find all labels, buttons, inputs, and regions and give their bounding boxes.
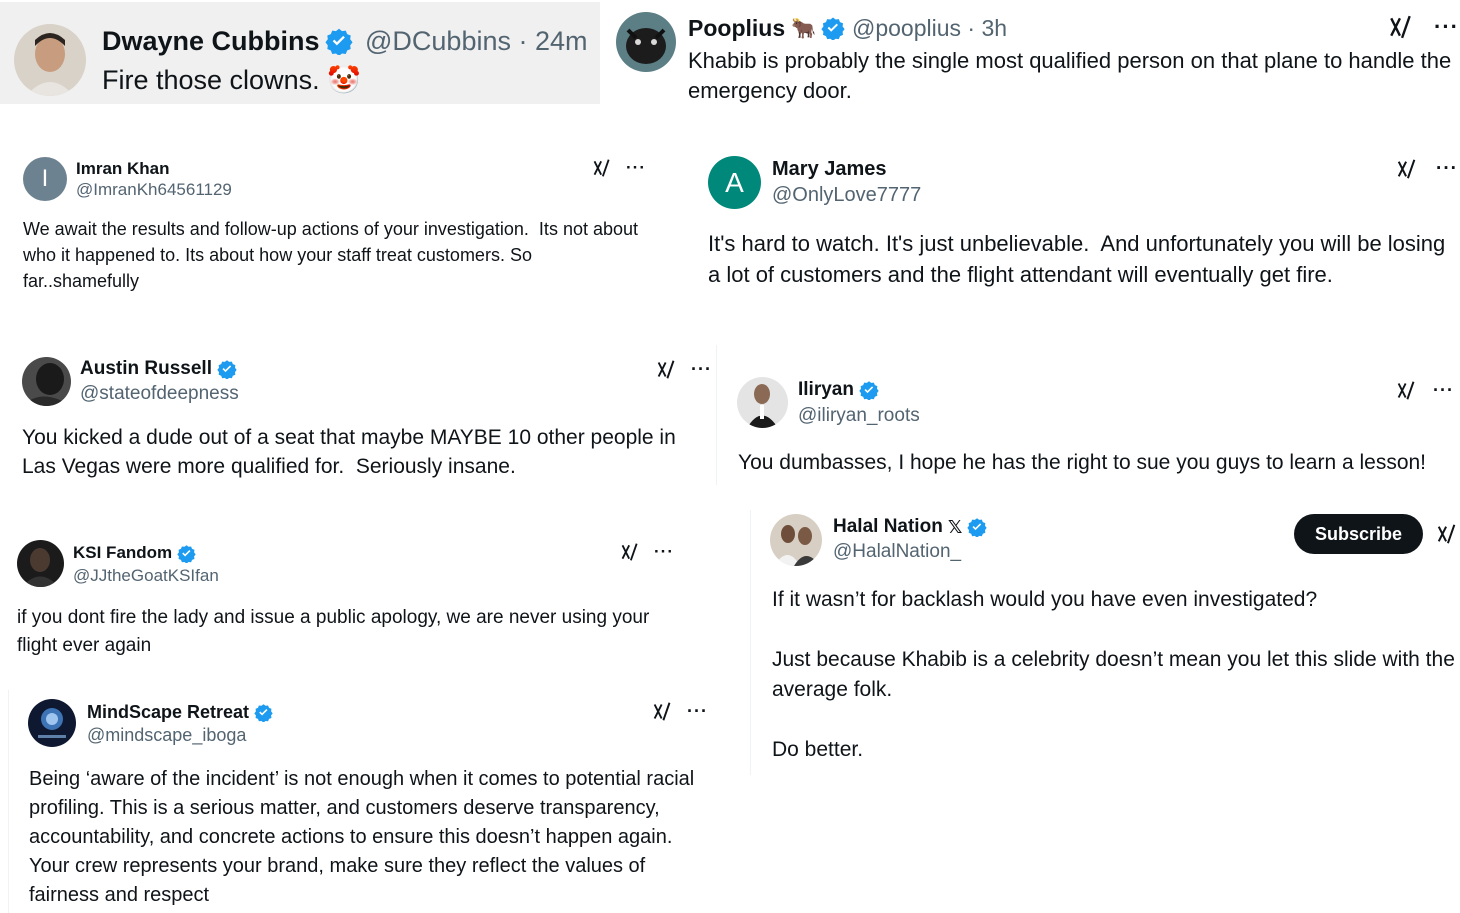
column-divider xyxy=(750,510,751,775)
more-options-icon[interactable]: ··· xyxy=(1436,158,1458,180)
author-name[interactable]: MindScape Retreat xyxy=(87,702,249,723)
tweet-dwayne[interactable]: Dwayne Cubbins @DCubbins · 24m Fire thos… xyxy=(0,2,600,104)
more-options-icon[interactable]: ··· xyxy=(626,158,646,178)
grok-icon[interactable] xyxy=(1396,380,1417,401)
verified-badge-icon xyxy=(821,16,845,40)
avatar[interactable] xyxy=(14,24,86,96)
author-name[interactable]: Halal Nation xyxy=(833,516,943,538)
more-options-icon[interactable]: ··· xyxy=(1434,14,1459,40)
author-name[interactable]: Mary James xyxy=(772,158,887,181)
more-options-icon[interactable]: ··· xyxy=(691,359,712,380)
author-name[interactable]: Pooplius xyxy=(688,15,785,42)
tweet-text: Khabib is probably the single most quali… xyxy=(688,48,1458,103)
verified-badge-icon xyxy=(177,544,196,563)
author-handle[interactable]: @HalalNation_ xyxy=(833,541,961,563)
grok-icon[interactable] xyxy=(656,359,677,380)
author-handle[interactable]: @OnlyLove7777 xyxy=(772,184,921,207)
name-emoji: 𝕏 xyxy=(947,516,963,537)
verified-badge-icon xyxy=(859,380,879,400)
more-options-icon[interactable]: ··· xyxy=(654,542,674,562)
tweet-text: if you dont fire the lady and issue a pu… xyxy=(17,607,655,656)
column-divider xyxy=(8,690,9,913)
author-name[interactable]: KSI Fandom xyxy=(73,543,172,563)
avatar[interactable] xyxy=(22,357,71,406)
author-handle[interactable]: @stateofdeepness xyxy=(80,383,239,405)
tweet-text: If it wasn’t for backlash would you have… xyxy=(772,588,1455,761)
author-name[interactable]: Iliryan xyxy=(798,379,854,401)
grok-icon[interactable] xyxy=(1396,158,1418,180)
avatar[interactable] xyxy=(17,540,64,587)
author-name[interactable]: Dwayne Cubbins xyxy=(102,26,320,57)
more-options-icon[interactable]: ··· xyxy=(1433,380,1454,401)
author-handle[interactable]: @ImranKh64561129 xyxy=(76,180,232,200)
author-handle[interactable]: @JJtheGoatKSIfan xyxy=(73,566,219,586)
author-handle[interactable]: @pooplius · 3h xyxy=(852,15,1007,42)
name-emoji: 🐂 xyxy=(791,17,817,40)
grok-icon[interactable] xyxy=(652,701,673,722)
verified-badge-icon xyxy=(254,703,273,722)
avatar[interactable]: I xyxy=(23,157,67,201)
verified-badge-icon xyxy=(967,517,987,537)
avatar-letter: A xyxy=(725,166,744,198)
tweet-mary[interactable]: A Mary James @OnlyLove7777 ··· It's hard… xyxy=(692,140,1460,310)
tweet-text: You dumbasses, I hope he has the right t… xyxy=(738,451,1427,474)
grok-icon[interactable] xyxy=(592,158,612,178)
avatar[interactable]: A xyxy=(708,156,761,209)
tweet-text: We await the results and follow-up actio… xyxy=(23,219,644,291)
grok-icon[interactable] xyxy=(1388,14,1414,40)
tweet-text: Fire those clowns. 🤡 xyxy=(102,65,361,95)
avatar[interactable] xyxy=(770,514,822,566)
tweet-mindscape[interactable]: MindScape Retreat @mindscape_iboga ··· B… xyxy=(10,688,720,913)
tweet-imran[interactable]: I Imran Khan @ImranKh64561129 ··· We awa… xyxy=(0,140,660,310)
avatar[interactable] xyxy=(737,377,788,428)
tweet-text: Being ‘aware of the incident’ is not eno… xyxy=(29,768,700,906)
grok-icon[interactable] xyxy=(1436,523,1458,545)
author-handle[interactable]: @iliryan_roots xyxy=(798,405,920,427)
avatar[interactable] xyxy=(28,699,76,747)
tweet-ksi[interactable]: KSI Fandom @JJtheGoatKSIfan ··· if you d… xyxy=(0,528,700,668)
tweet-pooplius[interactable]: Pooplius 🐂 @pooplius · 3h ··· Khabib is … xyxy=(612,0,1460,110)
verified-badge-icon xyxy=(324,27,353,55)
more-options-icon[interactable]: ··· xyxy=(687,701,708,722)
tweet-austin[interactable]: Austin Russell @stateofdeepness ··· You … xyxy=(0,345,716,480)
author-name[interactable]: Imran Khan xyxy=(76,159,170,179)
column-divider xyxy=(716,345,717,485)
tweet-iliryan[interactable]: Iliryan @iliryan_roots ··· You dumbasses… xyxy=(718,360,1460,490)
avatar-letter: I xyxy=(41,165,49,192)
tweet-halal[interactable]: Halal Nation 𝕏 @HalalNation_ Subscribe I… xyxy=(752,505,1460,785)
subscribe-button[interactable]: Subscribe xyxy=(1294,514,1423,554)
verified-badge-icon xyxy=(217,359,237,379)
grok-icon[interactable] xyxy=(620,542,640,562)
author-name[interactable]: Austin Russell xyxy=(80,358,212,380)
tweet-text: You kicked a dude out of a seat that may… xyxy=(22,426,682,478)
author-handle[interactable]: @mindscape_iboga xyxy=(87,725,246,746)
tweet-text: It's hard to watch. It's just unbelievab… xyxy=(708,231,1452,287)
avatar[interactable] xyxy=(616,12,676,72)
author-handle[interactable]: @DCubbins · 24m xyxy=(365,26,588,57)
